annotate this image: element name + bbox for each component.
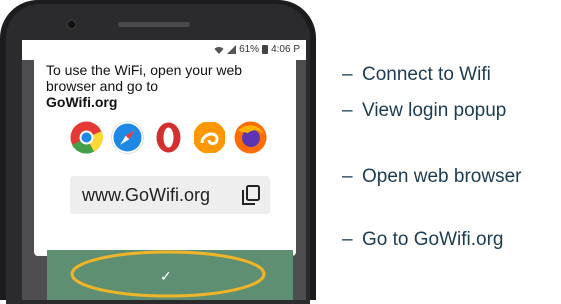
uc-browser-icon[interactable] [193,121,226,154]
status-indicators: 61% 4:06 P [214,44,300,55]
status-bar: 61% 4:06 P [22,40,306,60]
step-dash: – [342,64,353,85]
signal-icon [227,45,237,54]
front-camera-icon [66,19,77,30]
earpiece-speaker [118,22,190,27]
url-text: www.GoWifi.org [82,185,211,205]
step-dash: – [342,229,353,250]
step-dash: – [342,166,353,187]
step-open-browser: – Open web browser [342,166,532,188]
instructions-body: To use the WiFi, open your web browser a… [46,62,243,94]
step-label: View login popup [362,100,507,121]
instructions-site: GoWifi.org [46,94,118,110]
safari-icon[interactable] [111,121,144,154]
instructions-text: To use the WiFi, open your web browser a… [46,62,276,110]
step-dash: – [342,100,353,121]
copy-icon[interactable] [242,185,260,205]
battery-icon [262,45,269,54]
wifi-icon [214,46,224,54]
status-time: 4:06 P [271,44,300,55]
browser-icons-row [70,121,267,154]
step-label: Connect to Wifi [362,64,491,85]
opera-icon[interactable] [152,121,185,154]
step-view-popup: – View login popup [342,100,532,122]
highlight-circle [70,250,266,298]
step-connect-wifi: – Connect to Wifi [342,64,491,86]
url-box[interactable]: www.GoWifi.org [70,176,270,214]
firefox-icon[interactable] [234,121,267,154]
battery-percent: 61% [239,44,260,55]
chrome-icon[interactable] [70,121,103,154]
step-go-to-site: – Go to GoWifi.org [342,229,504,251]
step-label: Go to GoWifi.org [362,229,504,250]
step-label: Open web browser [362,166,522,187]
